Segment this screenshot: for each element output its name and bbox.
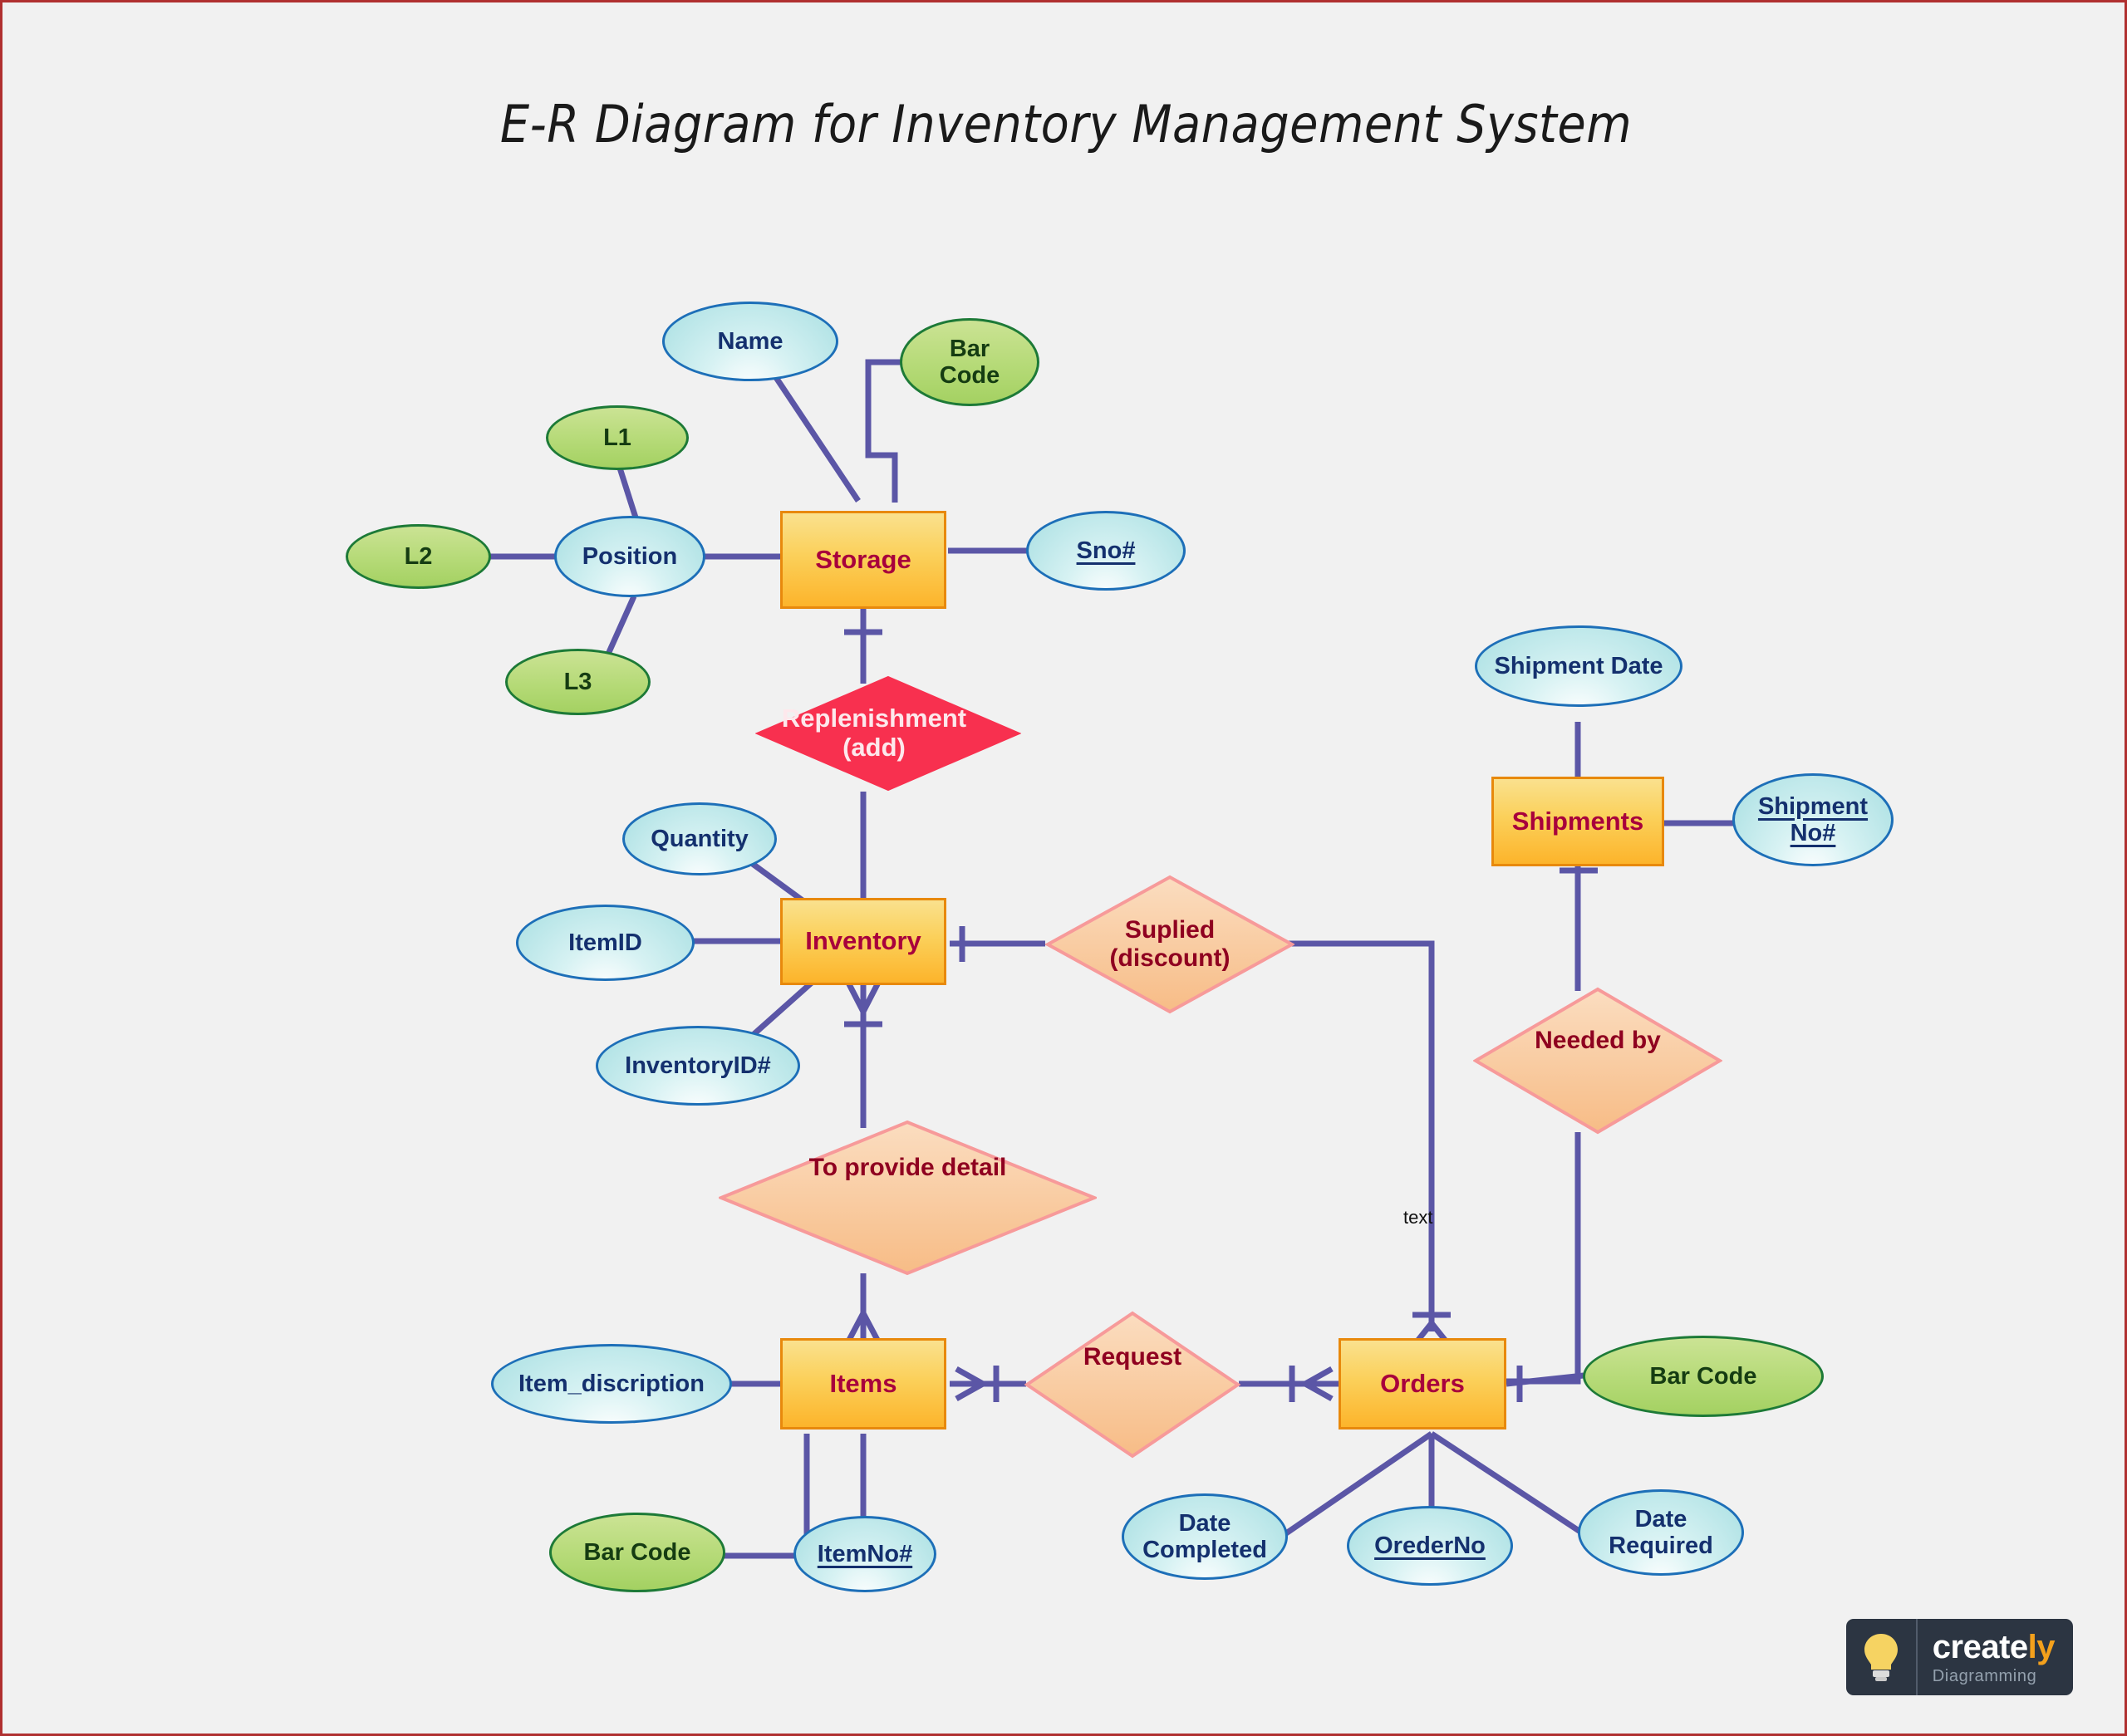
- crowsfoot-inventory-bottom: [845, 981, 882, 1018]
- attribute-l2[interactable]: L2: [346, 524, 491, 589]
- attribute-name[interactable]: Name: [662, 302, 838, 381]
- crowsfoot-orders-left: [1299, 1366, 1334, 1402]
- attribute-sno[interactable]: Sno#: [1026, 511, 1186, 591]
- attribute-date-completed-line2: Completed: [1142, 1537, 1267, 1563]
- logo-subtitle: Diagramming: [1932, 1666, 2037, 1685]
- attribute-position-label: Position: [582, 542, 678, 570]
- attribute-barcode-orders-label: Bar Code: [1649, 1362, 1757, 1390]
- logo-text: creately Diagramming: [1917, 1619, 2073, 1695]
- attribute-shipment-date-label: Shipment Date: [1494, 652, 1663, 679]
- entity-shipments[interactable]: Shipments: [1491, 777, 1664, 866]
- line-orders-barcode: [1506, 1372, 1584, 1387]
- entity-orders[interactable]: Orders: [1339, 1338, 1506, 1430]
- attribute-barcode-storage-line1: Bar: [949, 335, 990, 362]
- attribute-l2-label: L2: [404, 542, 433, 570]
- entity-storage[interactable]: Storage: [780, 511, 946, 609]
- relationship-suplied[interactable]: Suplied (discount): [1045, 875, 1294, 1014]
- line-name-storage: [773, 375, 861, 503]
- attribute-shipment-no-line2: No#: [1790, 820, 1836, 846]
- attribute-date-required-line2: Required: [1609, 1532, 1713, 1559]
- attribute-item-discription[interactable]: Item_discription: [491, 1344, 732, 1424]
- attribute-date-completed-label: Date Completed: [1142, 1510, 1267, 1564]
- relationship-needed-by[interactable]: Needed by: [1473, 987, 1722, 1135]
- attribute-sno-label: Sno#: [1076, 537, 1136, 564]
- attribute-item-discription-label: Item_discription: [518, 1370, 705, 1397]
- connector-text-label: text: [1403, 1207, 1433, 1228]
- diamond-shape: [1024, 1311, 1240, 1459]
- attribute-barcode-storage[interactable]: Bar Code: [900, 318, 1039, 406]
- attribute-l1-label: L1: [603, 424, 631, 451]
- diagram-canvas: E-R Diagram for Inventory Management Sys…: [0, 0, 2127, 1736]
- attribute-inventoryid-label: InventoryID#: [625, 1052, 771, 1079]
- attribute-itemid[interactable]: ItemID: [516, 905, 695, 981]
- attribute-itemno-label: ItemNo#: [817, 1540, 913, 1567]
- crowsfoot-items-right: [955, 1366, 990, 1402]
- attribute-date-completed[interactable]: Date Completed: [1122, 1493, 1288, 1580]
- diamond-shape: [719, 1120, 1097, 1276]
- crowsfoot-items-top: [845, 1307, 882, 1343]
- entity-orders-label: Orders: [1380, 1368, 1465, 1398]
- attribute-barcode-storage-line2: Code: [939, 362, 1000, 389]
- entity-shipments-label: Shipments: [1511, 806, 1644, 836]
- connector-layer: [488, 359, 1734, 1559]
- attribute-shipment-no-line1: Shipment: [1757, 792, 1869, 820]
- entity-items-label: Items: [829, 1368, 897, 1398]
- attribute-date-required[interactable]: Date Required: [1578, 1489, 1744, 1576]
- attribute-itemno[interactable]: ItemNo#: [793, 1516, 936, 1592]
- attribute-name-label: Name: [717, 327, 784, 355]
- entity-items[interactable]: Items: [780, 1338, 946, 1430]
- attribute-shipment-date[interactable]: Shipment Date: [1475, 625, 1682, 707]
- entity-inventory[interactable]: Inventory: [780, 898, 946, 985]
- attribute-date-completed-line1: Date: [1178, 1509, 1231, 1537]
- attribute-orederno[interactable]: OrederNo: [1347, 1506, 1513, 1586]
- attribute-barcode-items[interactable]: Bar Code: [549, 1513, 725, 1592]
- relationship-replenishment[interactable]: Replenishment (add): [755, 675, 1021, 792]
- attribute-l3-label: L3: [563, 668, 592, 695]
- creately-logo[interactable]: creately Diagramming: [1845, 1619, 2073, 1695]
- attribute-inventoryid[interactable]: InventoryID#: [596, 1026, 800, 1106]
- logo-wordmark: creately: [1932, 1628, 2056, 1665]
- attribute-shipment-no[interactable]: Shipment No#: [1732, 773, 1894, 866]
- attribute-position[interactable]: Position: [554, 516, 705, 597]
- attribute-barcode-orders[interactable]: Bar Code: [1583, 1336, 1824, 1417]
- attribute-l1[interactable]: L1: [546, 405, 689, 470]
- line-barcode-storage: [865, 359, 902, 503]
- entity-inventory-label: Inventory: [805, 926, 921, 956]
- diamond-shape: [1045, 875, 1294, 1014]
- diamond-shape: [755, 675, 1021, 792]
- page-title: E-R Diagram for Inventory Management Sys…: [499, 94, 1633, 154]
- attribute-l3[interactable]: L3: [505, 649, 651, 715]
- attribute-date-required-label: Date Required: [1609, 1506, 1713, 1560]
- attribute-quantity[interactable]: Quantity: [622, 802, 777, 875]
- logo-word-main: create: [1932, 1628, 2028, 1665]
- relationship-request[interactable]: Request: [1024, 1311, 1240, 1459]
- entity-storage-label: Storage: [815, 544, 911, 574]
- relationship-to-provide-detail[interactable]: To provide detail: [719, 1120, 1097, 1276]
- attribute-orederno-label: OrederNo: [1374, 1532, 1486, 1559]
- logo-word-accent: ly: [2027, 1628, 2056, 1665]
- attribute-itemid-label: ItemID: [568, 929, 642, 956]
- attribute-quantity-label: Quantity: [651, 825, 749, 852]
- attribute-shipment-no-label: Shipment No#: [1758, 793, 1868, 847]
- lightbulb-glyph: [1864, 1634, 1898, 1681]
- line-neededby-orders: [1506, 1132, 1581, 1385]
- attribute-barcode-items-label: Bar Code: [583, 1538, 691, 1566]
- attribute-barcode-storage-label: Bar Code: [940, 336, 1000, 390]
- attribute-date-required-line1: Date: [1634, 1505, 1687, 1532]
- lightbulb-icon: [1845, 1619, 1916, 1695]
- diamond-shape: [1473, 987, 1722, 1135]
